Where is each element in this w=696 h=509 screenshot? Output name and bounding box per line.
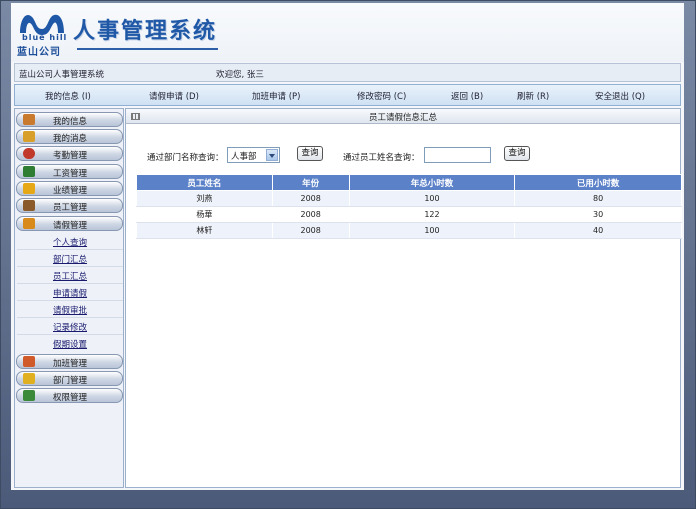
dept-select-value: 人事部: [231, 152, 257, 162]
subitem-dept-summary[interactable]: 部门汇总: [53, 253, 87, 265]
user-info-icon: [23, 114, 35, 125]
sidebar-item-label: 员工管理: [53, 203, 88, 213]
subitem-personal-query[interactable]: 个人查询: [53, 236, 87, 248]
table-row: 杨華 2008 122 30: [136, 206, 682, 223]
dept-query-label: 通过部门名称查询：: [147, 153, 224, 163]
app-name: 蓝山公司人事管理系统: [19, 70, 105, 80]
table-row: 林轩 2008 100 40: [136, 222, 682, 239]
nav-refresh[interactable]: 刷新 (R): [517, 90, 549, 102]
leave-summary-table: 员工姓名 年份 年总小时数 已用小时数 刘燕 2008 100 80 杨華 20…: [136, 174, 682, 239]
cell-total-hours: 100: [348, 190, 516, 207]
title-underline: [77, 48, 218, 50]
divider: [17, 317, 123, 318]
name-query-input[interactable]: [424, 147, 491, 163]
sidebar-item-salary[interactable]: 工资管理: [16, 164, 123, 179]
sidebar-item-my-info[interactable]: 我的信息: [16, 112, 123, 127]
dept-select[interactable]: 人事部: [227, 147, 280, 163]
nav-change-password[interactable]: 修改密码 (C): [357, 90, 406, 102]
divider: [17, 249, 123, 250]
cell-total-hours: 122: [348, 206, 516, 223]
column-header: 员工姓名: [136, 174, 273, 191]
divider: [17, 334, 123, 335]
subitem-record-edit[interactable]: 记录修改: [53, 321, 87, 333]
cell-employee-name: 刘燕: [136, 190, 273, 207]
table-row: 刘燕 2008 100 80: [136, 190, 682, 207]
nav-back[interactable]: 返回 (B): [451, 90, 483, 102]
cell-employee-name: 林轩: [136, 222, 273, 239]
window-bottom-bar: [0, 491, 696, 509]
chevron-down-icon[interactable]: [266, 149, 278, 161]
sidebar-item-label: 请假管理: [53, 221, 88, 231]
clock-icon: [23, 148, 35, 159]
header: blue hill 蓝山公司 人事管理系统: [11, 3, 684, 62]
cell-employee-name: 杨華: [136, 206, 273, 223]
subitem-apply-leave[interactable]: 申请请假: [53, 287, 87, 299]
name-query-button[interactable]: 查询: [504, 146, 530, 161]
folder-icon: [23, 373, 35, 384]
sidebar-item-employees[interactable]: 员工管理: [16, 198, 123, 213]
sidebar-item-label: 我的消息: [53, 134, 88, 144]
divider: [17, 300, 123, 301]
cell-year: 2008: [271, 206, 350, 223]
chart-icon: [23, 183, 35, 194]
logo-chinese-text: 蓝山公司: [17, 47, 61, 58]
sidebar-item-performance[interactable]: 业绩管理: [16, 181, 123, 196]
sidebar-item-leave[interactable]: 请假管理: [16, 216, 123, 231]
cell-used-hours: 80: [514, 190, 682, 207]
nav-logout[interactable]: 安全退出 (Q): [595, 90, 645, 102]
dept-query-button[interactable]: 查询: [297, 146, 323, 161]
cell-used-hours: 30: [514, 206, 682, 223]
logo-english-text: blue hill: [22, 33, 68, 42]
pencil-icon: [23, 356, 35, 367]
name-query-label: 通过员工姓名查询：: [343, 153, 420, 163]
page-title: 员工请假信息汇总: [368, 113, 437, 123]
subitem-holiday-settings[interactable]: 假期设置: [53, 338, 87, 350]
sidebar-item-label: 我的信息: [53, 117, 88, 127]
sidebar-item-label: 权限管理: [53, 393, 88, 403]
subitem-leave-approval[interactable]: 请假审批: [53, 304, 87, 316]
subitem-employee-summary[interactable]: 员工汇总: [53, 270, 87, 282]
main-header: 员工请假信息汇总: [126, 109, 680, 124]
cell-total-hours: 100: [348, 222, 516, 239]
divider: [17, 266, 123, 267]
message-icon: [23, 131, 35, 142]
table-header-row: 员工姓名 年份 年总小时数 已用小时数: [136, 174, 682, 191]
column-header: 年总小时数: [348, 174, 516, 191]
nav-overtime-request[interactable]: 加班申请 (P): [252, 90, 300, 102]
document-icon: [23, 218, 35, 229]
top-nav: 我的信息 (I) 请假申请 (D) 加班申请 (P) 修改密码 (C) 返回 (…: [14, 84, 681, 106]
sidebar-item-attendance[interactable]: 考勤管理: [16, 146, 123, 161]
cell-year: 2008: [271, 190, 350, 207]
nav-leave-request[interactable]: 请假申请 (D): [149, 90, 199, 102]
cell-used-hours: 40: [514, 222, 682, 239]
welcome-text: 欢迎您, 张三: [216, 70, 264, 80]
column-header: 已用小时数: [514, 174, 682, 191]
main-panel: 员工请假信息汇总 通过部门名称查询： 人事部 查询 通过员工姓名查询： 查询 员…: [125, 108, 682, 488]
money-icon: [23, 166, 35, 177]
column-header: 年份: [271, 174, 350, 191]
system-title: 人事管理系统: [73, 18, 218, 44]
key-icon: [23, 390, 35, 401]
sidebar: 我的信息 我的消息 考勤管理 工资管理 业绩管理 员工管理 请假管理 个人查询: [14, 108, 124, 488]
sidebar-item-overtime[interactable]: 加班管理: [16, 354, 123, 369]
sidebar-item-label: 部门管理: [53, 376, 88, 386]
nav-my-info[interactable]: 我的信息 (I): [45, 90, 91, 102]
info-bar: 蓝山公司人事管理系统 欢迎您, 张三: [14, 63, 681, 82]
sidebar-item-my-messages[interactable]: 我的消息: [16, 129, 123, 144]
app-body: blue hill 蓝山公司 人事管理系统 蓝山公司人事管理系统 欢迎您, 张三…: [11, 3, 684, 490]
divider: [17, 283, 123, 284]
sidebar-item-label: 加班管理: [53, 359, 88, 369]
sidebar-item-label: 考勤管理: [53, 151, 88, 161]
sidebar-item-label: 业绩管理: [53, 186, 88, 196]
people-icon: [23, 200, 35, 211]
cell-year: 2008: [271, 222, 350, 239]
sidebar-item-label: 工资管理: [53, 169, 88, 179]
logo-mark-icon: [20, 14, 64, 35]
sidebar-item-permissions[interactable]: 权限管理: [16, 388, 123, 403]
sidebar-item-departments[interactable]: 部门管理: [16, 371, 123, 386]
